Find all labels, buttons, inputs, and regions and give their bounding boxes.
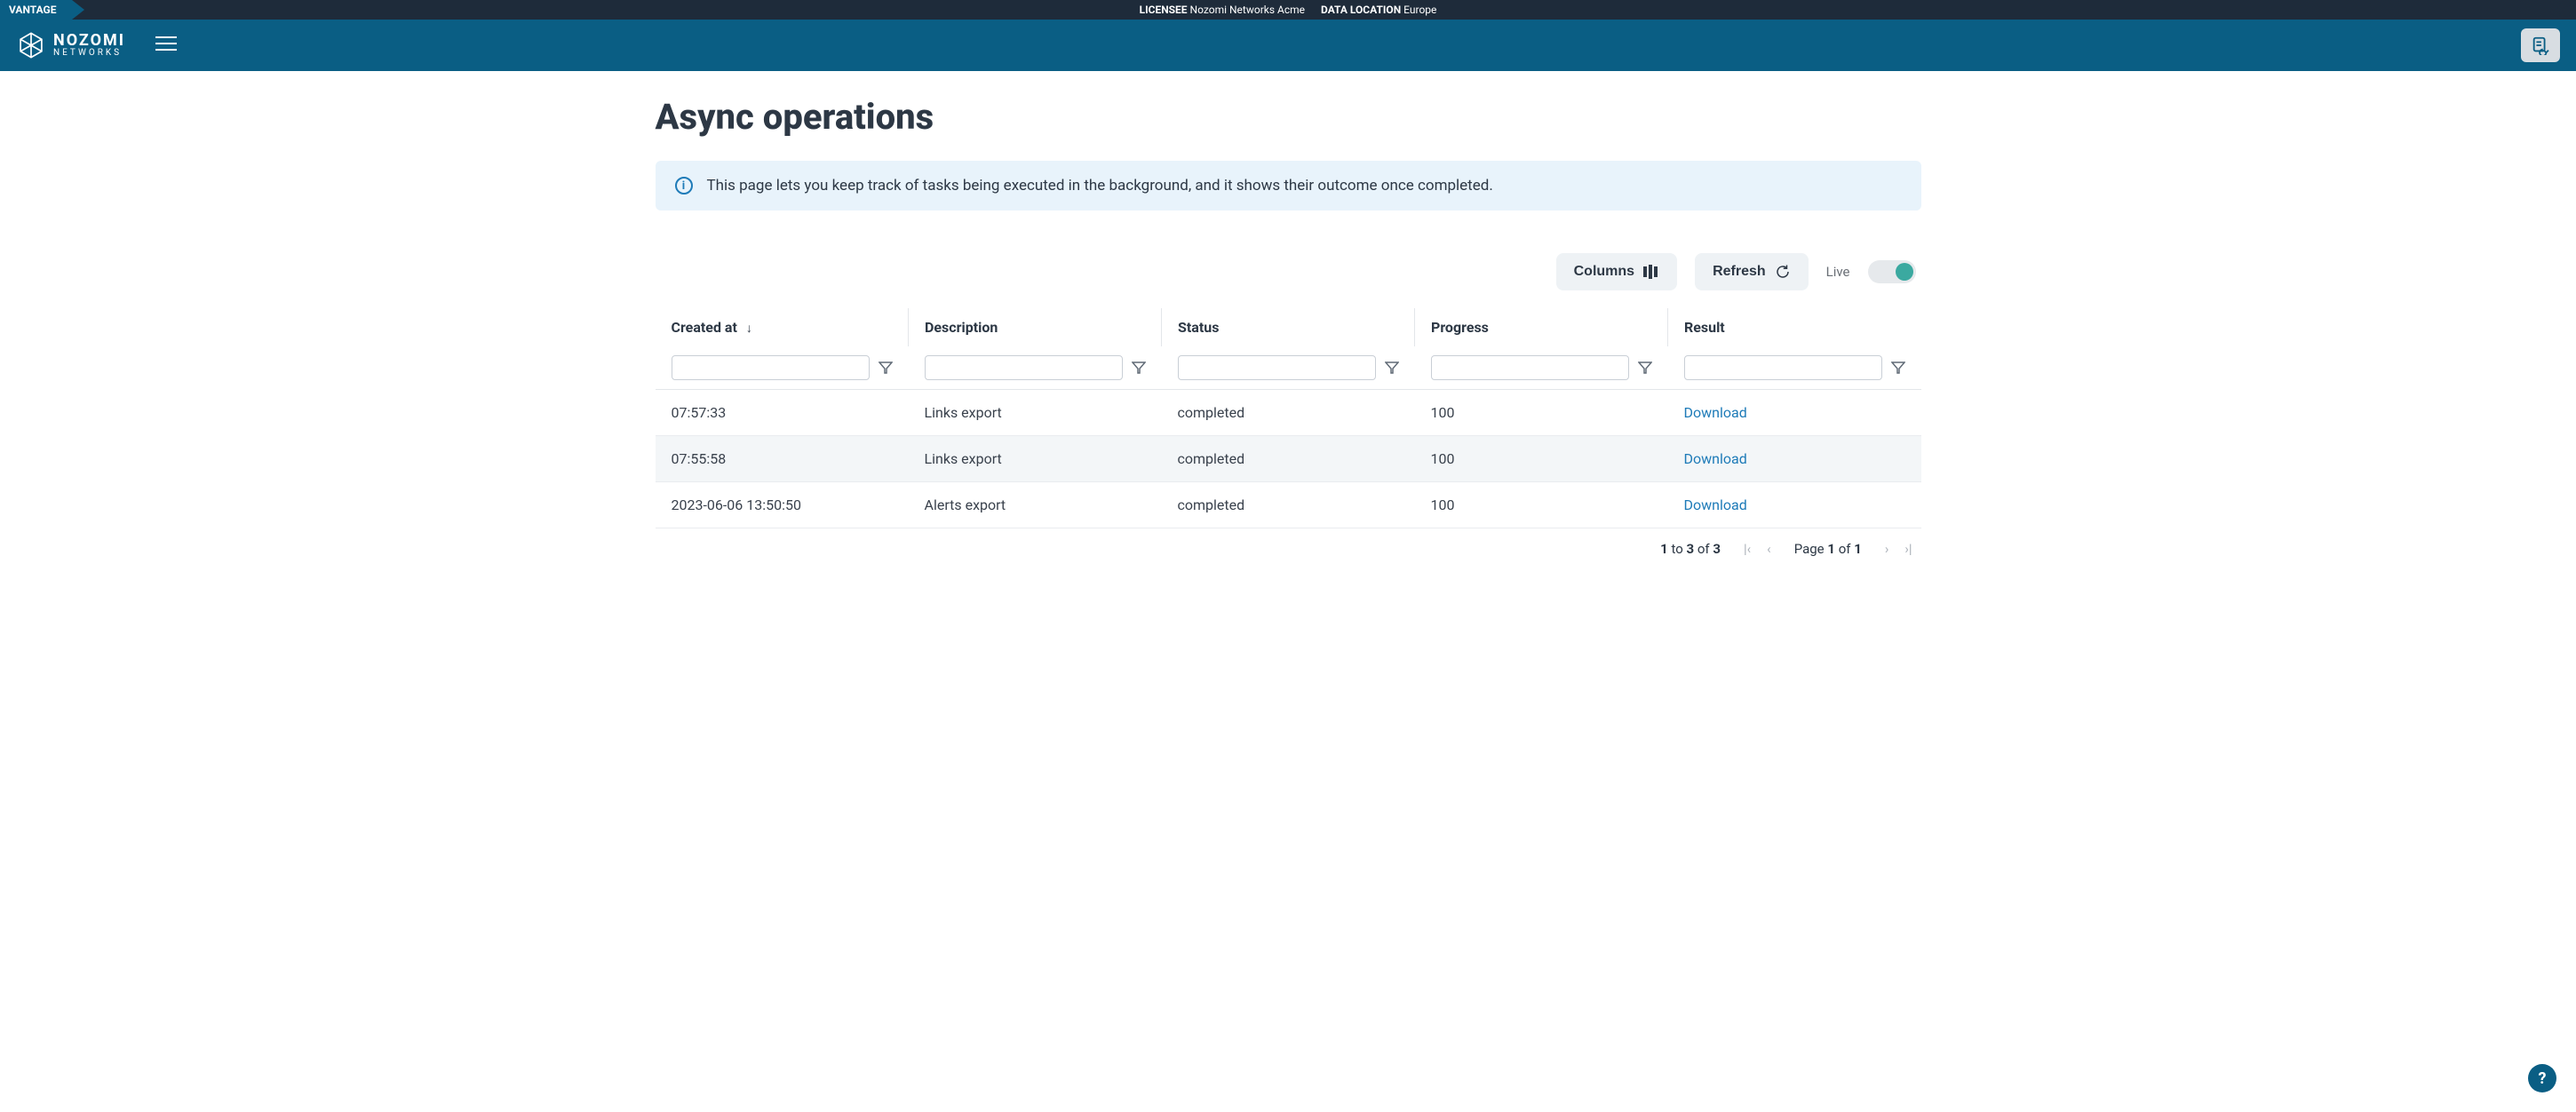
cell-status: completed bbox=[1162, 436, 1415, 482]
table-row: 07:55:58 Links export completed 100 Down… bbox=[656, 436, 1921, 482]
cell-progress: 100 bbox=[1415, 436, 1668, 482]
live-label: Live bbox=[1826, 264, 1850, 280]
filter-icon[interactable] bbox=[1891, 361, 1905, 375]
download-link[interactable]: Download bbox=[1684, 496, 1747, 513]
data-location: DATA LOCATION Europe bbox=[1321, 4, 1436, 16]
cell-description: Alerts export bbox=[909, 482, 1162, 528]
first-page-button[interactable]: |‹ bbox=[1744, 541, 1751, 557]
filter-result[interactable] bbox=[1684, 355, 1882, 380]
filter-icon[interactable] bbox=[879, 361, 893, 375]
top-center-info: LICENSEE Nozomi Networks Acme DATA LOCAT… bbox=[1140, 4, 1437, 16]
help-button[interactable]: ? bbox=[2528, 1064, 2556, 1092]
licensee-value: Nozomi Networks Acme bbox=[1190, 4, 1305, 16]
col-progress[interactable]: Progress bbox=[1415, 308, 1668, 346]
columns-button[interactable]: Columns bbox=[1556, 253, 1677, 290]
refresh-icon bbox=[1775, 264, 1791, 280]
prev-page-button[interactable]: ‹ bbox=[1767, 541, 1771, 557]
logo-text: NOZOMI NETWORKS bbox=[53, 33, 125, 58]
page-title: Async operations bbox=[656, 96, 1921, 138]
cell-progress: 100 bbox=[1415, 482, 1668, 528]
next-page-button[interactable]: › bbox=[1885, 541, 1889, 557]
filter-row bbox=[656, 346, 1921, 390]
col-description[interactable]: Description bbox=[909, 308, 1162, 346]
columns-icon bbox=[1643, 265, 1659, 279]
sort-desc-icon: ↓ bbox=[746, 322, 752, 336]
col-status[interactable]: Status bbox=[1162, 308, 1415, 346]
menu-button[interactable] bbox=[150, 30, 182, 60]
range-text: 1 to 3 of 3 bbox=[1660, 541, 1721, 557]
table-body: 07:57:33 Links export completed 100 Down… bbox=[656, 390, 1921, 528]
refresh-button[interactable]: Refresh bbox=[1695, 253, 1809, 290]
cell-created: 07:55:58 bbox=[656, 436, 909, 482]
logo[interactable]: NOZOMI NETWORKS bbox=[16, 30, 125, 60]
location-label: DATA LOCATION bbox=[1321, 4, 1401, 16]
cell-progress: 100 bbox=[1415, 390, 1668, 436]
cell-description: Links export bbox=[909, 436, 1162, 482]
table-row: 2023-06-06 13:50:50 Alerts export comple… bbox=[656, 482, 1921, 528]
table-header: Created at↓ Description Status Progress … bbox=[656, 308, 1921, 346]
logo-line2: NETWORKS bbox=[53, 49, 125, 58]
live-toggle[interactable] bbox=[1868, 260, 1916, 283]
main-header: NOZOMI NETWORKS bbox=[0, 20, 2576, 71]
hamburger-icon bbox=[155, 36, 177, 52]
filter-icon[interactable] bbox=[1385, 361, 1399, 375]
table-controls: Columns Refresh Live bbox=[656, 253, 1921, 290]
help-icon: ? bbox=[2539, 1069, 2547, 1088]
cell-status: completed bbox=[1162, 390, 1415, 436]
filter-icon[interactable] bbox=[1132, 361, 1146, 375]
top-info-bar: VANTAGE LICENSEE Nozomi Networks Acme DA… bbox=[0, 0, 2576, 20]
cell-created: 2023-06-06 13:50:50 bbox=[656, 482, 909, 528]
download-link[interactable]: Download bbox=[1684, 404, 1747, 421]
brand-tab: VANTAGE bbox=[0, 0, 72, 20]
refresh-label: Refresh bbox=[1713, 264, 1766, 280]
logo-line1: NOZOMI bbox=[53, 33, 125, 49]
download-link[interactable]: Download bbox=[1684, 450, 1747, 467]
pagination: 1 to 3 of 3 |‹ ‹ Page 1 of 1 › ›| bbox=[656, 541, 1921, 557]
cell-created: 07:57:33 bbox=[656, 390, 909, 436]
export-button[interactable] bbox=[2521, 28, 2560, 62]
pager-nav: |‹ ‹ bbox=[1744, 541, 1771, 557]
info-text: This page lets you keep track of tasks b… bbox=[707, 177, 1493, 195]
pager-nav-right: › ›| bbox=[1885, 541, 1912, 557]
filter-progress[interactable] bbox=[1431, 355, 1629, 380]
table-row: 07:57:33 Links export completed 100 Down… bbox=[656, 390, 1921, 436]
document-refresh-icon bbox=[2531, 36, 2550, 55]
col-result[interactable]: Result bbox=[1668, 308, 1921, 346]
cell-description: Links export bbox=[909, 390, 1162, 436]
licensee-label: LICENSEE bbox=[1140, 4, 1188, 16]
brand-name: VANTAGE bbox=[9, 4, 56, 16]
col-created-at[interactable]: Created at↓ bbox=[656, 308, 909, 346]
filter-status[interactable] bbox=[1178, 355, 1376, 380]
licensee: LICENSEE Nozomi Networks Acme bbox=[1140, 4, 1305, 16]
location-value: Europe bbox=[1403, 4, 1436, 16]
columns-label: Columns bbox=[1574, 264, 1634, 280]
info-banner: i This page lets you keep track of tasks… bbox=[656, 161, 1921, 210]
filter-created-at[interactable] bbox=[672, 355, 870, 380]
page-text: Page 1 of 1 bbox=[1794, 541, 1862, 557]
filter-icon[interactable] bbox=[1638, 361, 1652, 375]
operations-table: Created at↓ Description Status Progress … bbox=[656, 308, 1921, 528]
last-page-button[interactable]: ›| bbox=[1904, 541, 1912, 557]
filter-description[interactable] bbox=[925, 355, 1123, 380]
page-content: Async operations i This page lets you ke… bbox=[593, 71, 1984, 610]
toggle-knob bbox=[1896, 263, 1913, 281]
info-icon: i bbox=[675, 177, 693, 195]
logo-mark-icon bbox=[16, 30, 46, 60]
cell-status: completed bbox=[1162, 482, 1415, 528]
